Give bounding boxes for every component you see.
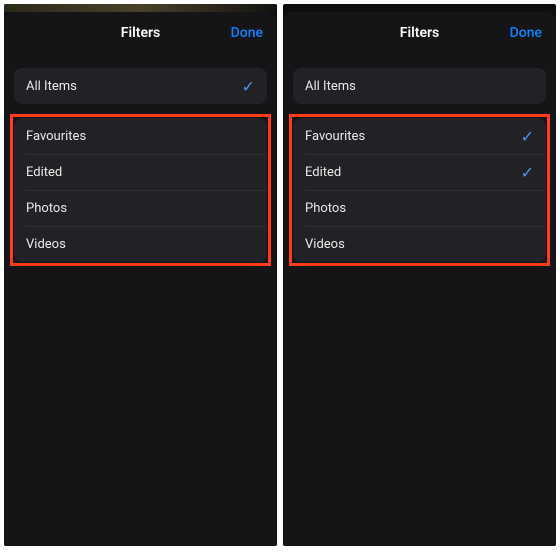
- filter-label: Favourites: [26, 129, 86, 144]
- comparison-stage: Filters Done All Items ✓ Favourites ✓: [0, 0, 560, 560]
- filter-label: Favourites: [305, 129, 365, 144]
- filter-label: Photos: [26, 201, 67, 216]
- sheet-title: Filters: [400, 25, 439, 41]
- filter-label: Edited: [26, 165, 62, 180]
- sheet-header: Filters Done: [4, 12, 277, 54]
- filter-row-all-items[interactable]: All Items ✓: [14, 68, 267, 104]
- check-icon: ✓: [242, 77, 255, 96]
- filter-group-all: All Items ✓: [293, 68, 546, 104]
- check-icon: ✓: [521, 163, 534, 182]
- filter-label: Edited: [305, 165, 341, 180]
- done-button[interactable]: Done: [231, 25, 263, 41]
- filter-card: Favourites ✓ Edited ✓ Photos ✓ Videos ✓: [293, 118, 546, 262]
- filter-label: Videos: [305, 237, 345, 252]
- filter-label: All Items: [26, 79, 77, 94]
- filter-card: All Items ✓: [14, 68, 267, 104]
- done-button[interactable]: Done: [510, 25, 542, 41]
- filter-row-edited[interactable]: Edited ✓: [293, 154, 546, 190]
- filters-sheet: Filters Done All Items ✓ Favourites ✓: [283, 12, 556, 546]
- filter-label: Photos: [305, 201, 346, 216]
- sheet-title: Filters: [121, 25, 160, 41]
- filter-row-photos[interactable]: Photos ✓: [14, 190, 267, 226]
- filter-row-favourites[interactable]: Favourites ✓: [293, 118, 546, 154]
- filter-row-videos[interactable]: Videos ✓: [293, 226, 546, 262]
- sheet-header: Filters Done: [283, 12, 556, 54]
- filter-group-all: All Items ✓: [14, 68, 267, 104]
- filter-group-types: Favourites ✓ Edited ✓ Photos ✓ Videos ✓: [293, 118, 546, 262]
- filters-sheet: Filters Done All Items ✓ Favourites ✓: [4, 12, 277, 546]
- check-icon: ✓: [521, 127, 534, 146]
- filter-row-videos[interactable]: Videos ✓: [14, 226, 267, 262]
- filter-label: Videos: [26, 237, 66, 252]
- filter-row-favourites[interactable]: Favourites ✓: [14, 118, 267, 154]
- screen-right: Filters Done All Items ✓ Favourites ✓: [283, 4, 556, 546]
- filter-group-types: Favourites ✓ Edited ✓ Photos ✓ Videos ✓: [14, 118, 267, 262]
- filter-row-photos[interactable]: Photos ✓: [293, 190, 546, 226]
- filter-card: All Items ✓: [293, 68, 546, 104]
- filter-row-edited[interactable]: Edited ✓: [14, 154, 267, 190]
- filter-row-all-items[interactable]: All Items ✓: [293, 68, 546, 104]
- filter-label: All Items: [305, 79, 356, 94]
- filter-card: Favourites ✓ Edited ✓ Photos ✓ Videos ✓: [14, 118, 267, 262]
- screen-left: Filters Done All Items ✓ Favourites ✓: [4, 4, 277, 546]
